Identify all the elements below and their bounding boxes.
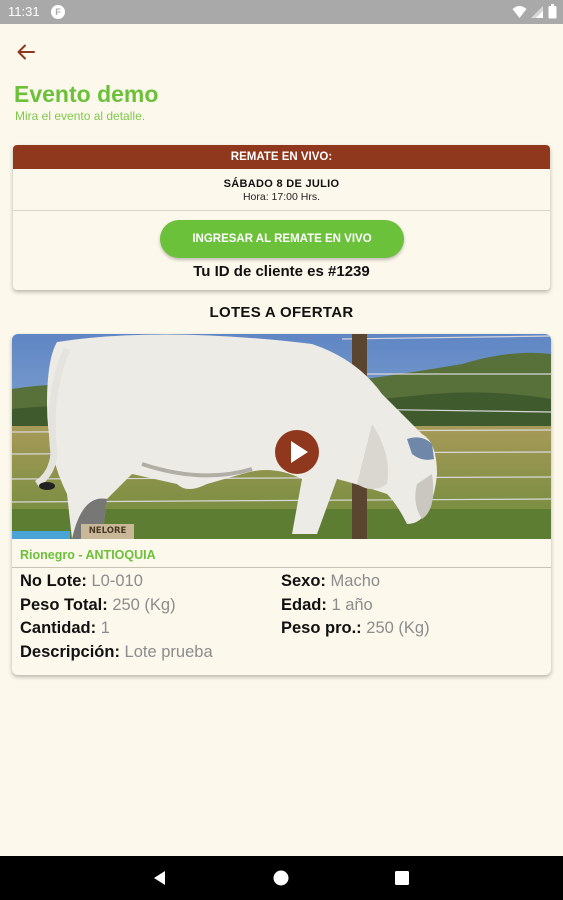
lot-number-field: No Lote: L0-010 <box>20 572 143 591</box>
total-weight-label: Peso Total: <box>20 596 108 614</box>
wifi-icon <box>512 5 527 18</box>
lot-number-label: No Lote: <box>20 572 87 590</box>
page-title: Evento demo <box>14 81 159 107</box>
sex-label: Sexo: <box>281 572 326 590</box>
age-label: Edad: <box>281 596 327 614</box>
back-arrow-icon <box>17 44 35 60</box>
status-icons <box>512 3 557 19</box>
sex-value: Macho <box>330 572 381 590</box>
average-weight-value: 250 (Kg) <box>366 619 430 637</box>
lot-video-thumbnail[interactable]: NELORE <box>12 334 551 539</box>
average-weight-label: Peso pro.: <box>281 619 362 637</box>
breed-tag: NELORE <box>81 524 134 539</box>
quantity-label: Cantidad: <box>20 619 97 637</box>
quantity-field: Cantidad: 1 <box>20 619 110 638</box>
live-auction-header: REMATE EN VIVO: <box>13 145 550 169</box>
quantity-value: 1 <box>100 619 110 637</box>
battery-icon <box>548 4 557 19</box>
live-auction-schedule: SÁBADO 8 DE JULIO Hora: 17:00 Hrs. <box>13 169 550 211</box>
page-subtitle: Mira el evento al detalle. <box>15 109 146 123</box>
client-id-text: Tu ID de cliente es #1239 <box>193 263 370 280</box>
lot-card[interactable]: NELORE Rionegro - ANTIOQUIA No Lote: L0-… <box>12 334 551 675</box>
enter-live-auction-button[interactable]: INGRESAR AL REMATE EN VIVO <box>160 220 404 258</box>
description-field: Descripción: Lote prueba <box>20 643 213 662</box>
age-field: Edad: 1 año <box>281 596 373 615</box>
nav-home-button[interactable] <box>271 868 291 893</box>
total-weight-field: Peso Total: 250 (Kg) <box>20 596 176 615</box>
live-auction-date: SÁBADO 8 DE JULIO <box>223 178 340 190</box>
lot-number-value: L0-010 <box>91 572 143 590</box>
average-weight-field: Peso pro.: 250 (Kg) <box>281 619 430 638</box>
back-button[interactable] <box>12 38 40 66</box>
nav-recents-icon <box>395 871 409 885</box>
nav-home-icon <box>273 870 289 886</box>
app-notification-icon: F <box>51 5 65 19</box>
description-label: Descripción: <box>20 643 120 661</box>
nav-back-icon <box>154 871 165 885</box>
live-auction-time: Hora: 17:00 Hrs. <box>242 191 321 203</box>
signal-icon <box>531 5 544 18</box>
age-value: 1 año <box>331 596 373 614</box>
nav-recents-button[interactable] <box>392 868 412 893</box>
nav-back-button[interactable] <box>150 868 170 893</box>
status-bar: 11:31 F <box>0 0 563 24</box>
play-icon <box>291 441 308 463</box>
lot-location: Rionegro - ANTIOQUIA <box>20 548 156 562</box>
description-value: Lote prueba <box>124 643 213 661</box>
status-time: 11:31 <box>8 4 40 19</box>
live-auction-card: REMATE EN VIVO: SÁBADO 8 DE JULIO Hora: … <box>13 145 550 290</box>
sex-field: Sexo: Macho <box>281 572 380 591</box>
total-weight-value: 250 (Kg) <box>112 596 176 614</box>
lots-section-title: LOTES A OFERTAR <box>209 304 354 321</box>
divider <box>12 567 551 568</box>
lot-overlay-tag <box>12 531 70 539</box>
play-video-button[interactable] <box>275 430 319 474</box>
system-navigation-bar <box>0 856 563 900</box>
